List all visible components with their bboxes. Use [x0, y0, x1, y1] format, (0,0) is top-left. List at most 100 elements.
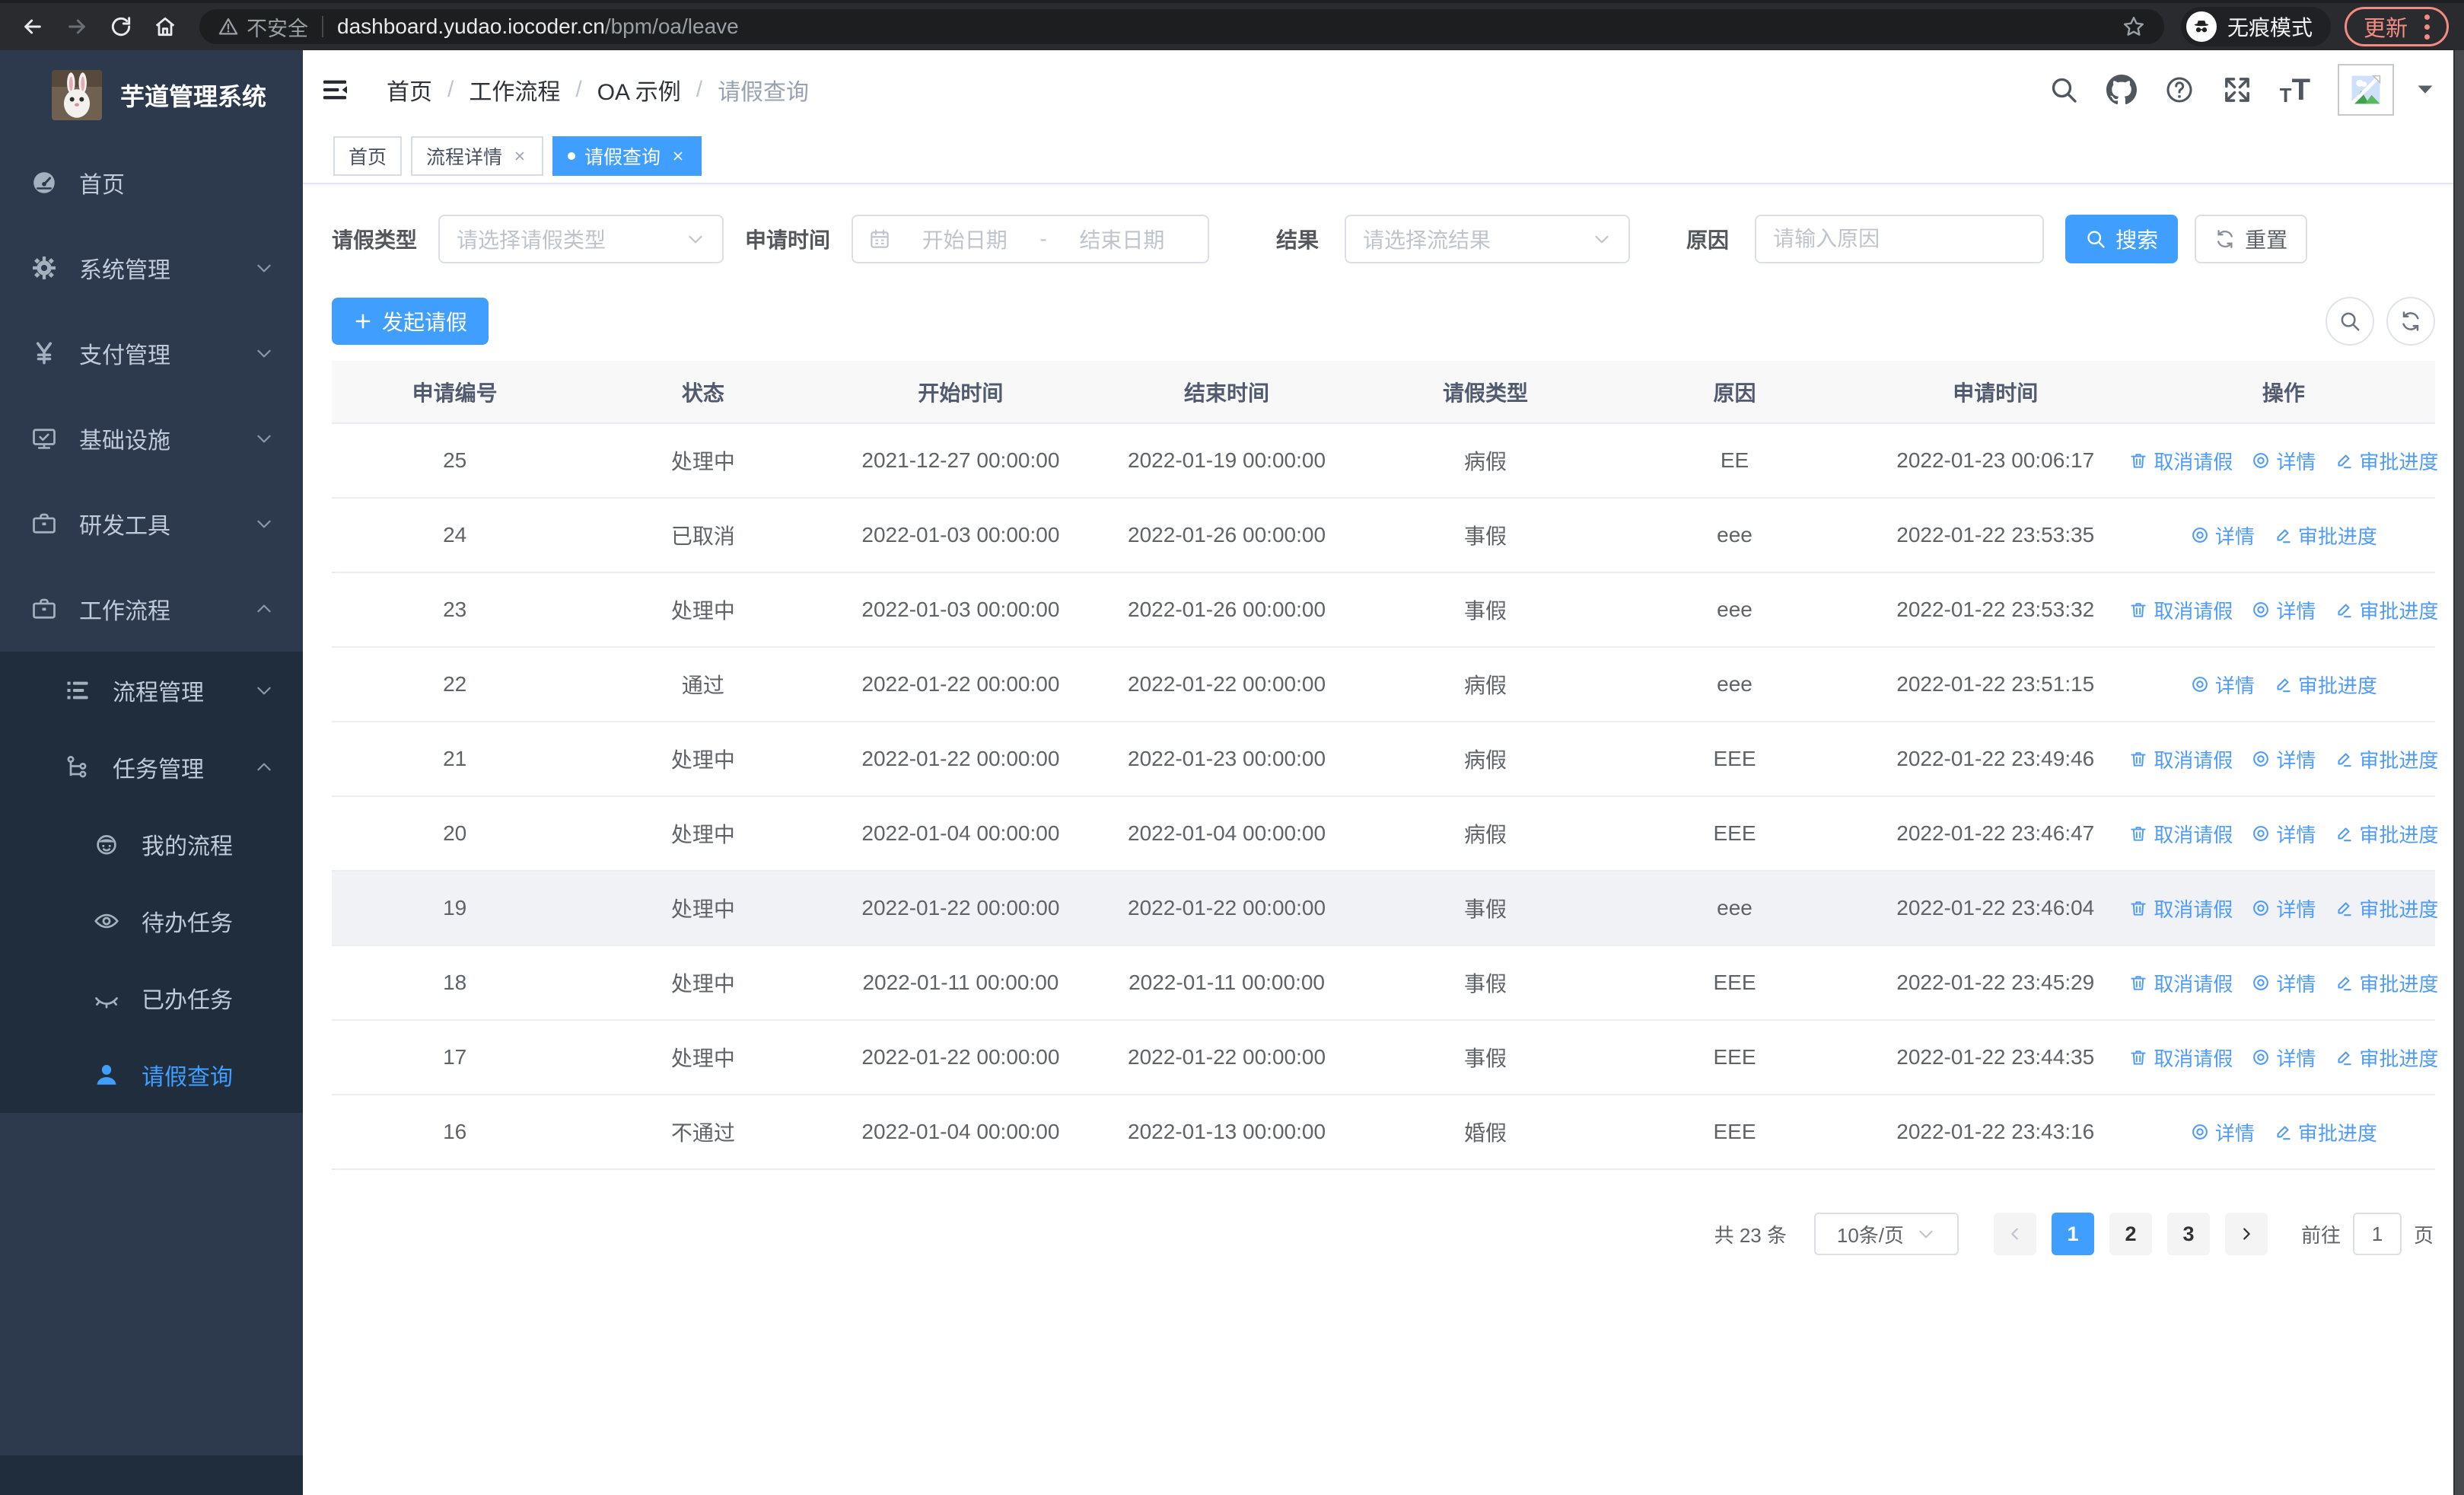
bookmark-star-icon[interactable]: [2122, 14, 2146, 39]
fullscreen-icon[interactable]: [2222, 75, 2252, 105]
breadcrumb-item[interactable]: OA 示例: [597, 73, 681, 107]
ring-icon: [2251, 451, 2271, 470]
leave-type-select[interactable]: 请选择请假类型: [438, 215, 724, 263]
page-scrollbar[interactable]: [2453, 50, 2464, 1495]
browser-reload-button[interactable]: [103, 9, 138, 44]
cell-applied: 2022-01-22 23:44:35: [1896, 1045, 2095, 1069]
app-logo[interactable]: 芋道管理系统: [0, 50, 303, 140]
next-page-button[interactable]: [2224, 1213, 2268, 1255]
apply-time-range-picker[interactable]: 开始日期 - 结束日期: [852, 215, 1210, 263]
user-menu-caret-icon[interactable]: [2417, 84, 2434, 96]
approval-progress-link[interactable]: 审批进度: [2273, 671, 2377, 699]
result-select[interactable]: 请选择流结果: [1345, 215, 1631, 263]
url-host: dashboard.yudao.iocoder.cn: [337, 14, 605, 38]
cancel-leave-link[interactable]: 取消请假: [2128, 596, 2233, 624]
breadcrumb-item[interactable]: 首页: [387, 73, 432, 107]
approval-progress-link[interactable]: 审批进度: [2334, 745, 2438, 773]
prev-page-button[interactable]: [1993, 1213, 2036, 1255]
approval-progress-link[interactable]: 审批进度: [2334, 1044, 2438, 1072]
reset-button[interactable]: 重置: [2195, 215, 2308, 263]
sidebar-item-2[interactable]: 支付管理: [0, 311, 303, 396]
detail-link[interactable]: 详情: [2251, 820, 2316, 848]
cell-id: 17: [443, 1045, 467, 1069]
refresh-table-button[interactable]: [2386, 297, 2435, 346]
detail-link[interactable]: 详情: [2251, 1044, 2316, 1072]
cell-end: 2022-01-11 00:00:00: [1129, 971, 1325, 994]
tab-1[interactable]: 流程详情: [411, 136, 544, 176]
page-button-2[interactable]: 2: [2109, 1213, 2152, 1255]
approval-progress-link[interactable]: 审批进度: [2334, 596, 2438, 624]
approval-progress-link[interactable]: 审批进度: [2334, 447, 2438, 475]
sidebar-item-7[interactable]: 任务管理: [0, 728, 303, 805]
detail-link[interactable]: 详情: [2190, 521, 2255, 550]
detail-link[interactable]: 详情: [2251, 894, 2316, 923]
incognito-label: 无痕模式: [2227, 16, 2313, 40]
cancel-leave-link[interactable]: 取消请假: [2128, 447, 2233, 475]
cell-id: 20: [443, 821, 467, 845]
search-icon[interactable]: [2049, 75, 2079, 105]
detail-link[interactable]: 详情: [2251, 745, 2316, 773]
cancel-leave-link[interactable]: 取消请假: [2128, 745, 2233, 773]
sidebar-item-9[interactable]: 待办任务: [0, 882, 303, 959]
reason-input[interactable]: [1755, 215, 2045, 263]
create-leave-button[interactable]: 发起请假: [332, 298, 489, 345]
search-button[interactable]: 搜索: [2065, 215, 2179, 263]
detail-link[interactable]: 详情: [2251, 596, 2316, 624]
cell-status: 通过: [681, 674, 724, 697]
detail-link[interactable]: 详情: [2251, 447, 2316, 475]
cell-reason: EEE: [1713, 747, 1756, 770]
cancel-leave-link[interactable]: 取消请假: [2128, 1044, 2233, 1072]
cell-id: 23: [443, 598, 467, 621]
avatar[interactable]: [2338, 64, 2394, 116]
browser-forward-button[interactable]: [59, 9, 94, 44]
detail-link[interactable]: 详情: [2190, 1118, 2255, 1146]
browser-home-button[interactable]: [148, 9, 183, 44]
sidebar-item-8[interactable]: 我的流程: [0, 805, 303, 882]
sidebar-item-10[interactable]: 已办任务: [0, 959, 303, 1036]
sidebar-fold-icon[interactable]: [317, 72, 353, 108]
breadcrumb-item[interactable]: 工作流程: [469, 73, 560, 107]
cell-reason: EEE: [1713, 821, 1756, 845]
sidebar-item-3[interactable]: 基础设施: [0, 396, 303, 481]
sidebar-item-11[interactable]: 请假查询: [0, 1036, 303, 1113]
plus-icon: [353, 311, 373, 331]
browser-back-button[interactable]: [15, 9, 50, 44]
sidebar-item-5[interactable]: 工作流程: [0, 566, 303, 652]
chevron-down-icon: [254, 681, 274, 700]
goto-page-input[interactable]: [2352, 1213, 2402, 1255]
sidebar-item-4[interactable]: 研发工具: [0, 481, 303, 566]
page-button-1[interactable]: 1: [2051, 1213, 2094, 1255]
approval-progress-link[interactable]: 审批进度: [2334, 820, 2438, 848]
browser-menu-icon[interactable]: [2421, 14, 2433, 40]
browser-update-button[interactable]: 更新: [2344, 7, 2449, 46]
briefcase-icon: [30, 595, 58, 623]
github-icon[interactable]: [2106, 75, 2137, 105]
column-header: 申请编号: [412, 381, 498, 405]
sidebar-item-6[interactable]: 流程管理: [0, 652, 303, 728]
approval-progress-link[interactable]: 审批进度: [2273, 521, 2377, 550]
ring-icon: [2251, 973, 2271, 993]
approval-progress-link[interactable]: 审批进度: [2334, 894, 2438, 923]
page-button-3[interactable]: 3: [2166, 1213, 2210, 1255]
hide-search-button[interactable]: [2326, 297, 2374, 346]
address-bar[interactable]: 不安全 dashboard.yudao.iocoder.cn /bpm/oa/l…: [199, 9, 2164, 44]
cell-start: 2022-01-11 00:00:00: [862, 971, 1059, 994]
approval-progress-link[interactable]: 审批进度: [2273, 1118, 2377, 1146]
detail-link[interactable]: 详情: [2190, 671, 2255, 699]
close-icon[interactable]: [511, 148, 528, 164]
close-icon[interactable]: [670, 148, 686, 164]
cancel-leave-link[interactable]: 取消请假: [2128, 894, 2233, 923]
tab-0[interactable]: 首页: [333, 136, 403, 176]
cancel-leave-link[interactable]: 取消请假: [2128, 969, 2233, 997]
sidebar-item-0[interactable]: 首页: [0, 140, 303, 225]
detail-link[interactable]: 详情: [2251, 969, 2316, 997]
tab-2[interactable]: 请假查询: [552, 136, 702, 176]
approval-progress-link[interactable]: 审批进度: [2334, 969, 2438, 997]
page-size-select[interactable]: 10条/页: [1813, 1213, 1959, 1255]
font-size-icon[interactable]: T T: [2280, 75, 2310, 105]
sidebar-collapse-bar[interactable]: [0, 1455, 303, 1495]
help-icon[interactable]: [2164, 75, 2195, 105]
cancel-leave-link[interactable]: 取消请假: [2128, 820, 2233, 848]
chevron-down-icon: [1592, 229, 1612, 249]
sidebar-item-1[interactable]: 系统管理: [0, 225, 303, 311]
